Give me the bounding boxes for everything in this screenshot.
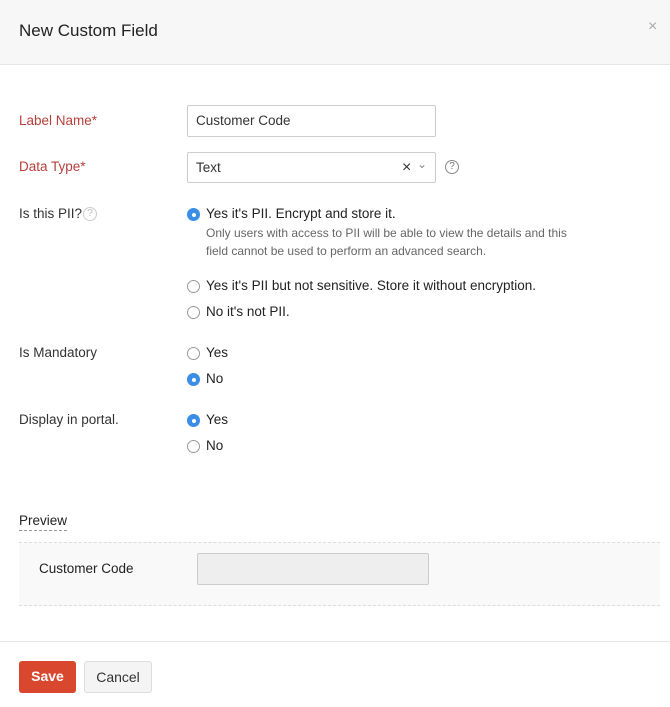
pii-label: Is this PII?	[19, 206, 82, 221]
pii-help-icon[interactable]: ?	[83, 207, 97, 221]
portal-option-yes[interactable]: Yes	[206, 412, 228, 427]
save-button[interactable]: Save	[19, 661, 76, 693]
footer-divider	[0, 641, 670, 642]
preview-field-input	[197, 553, 429, 585]
mandatory-radio-yes[interactable]	[187, 347, 200, 360]
portal-radio-no[interactable]	[187, 440, 200, 453]
label-name-label: Label Name*	[19, 113, 98, 128]
pii-description-line: field cannot be used to perform an advan…	[206, 244, 487, 258]
mandatory-option-yes[interactable]: Yes	[206, 345, 228, 360]
mandatory-option-no[interactable]: No	[206, 371, 223, 386]
cancel-button[interactable]: Cancel	[84, 661, 152, 693]
pii-option-not-pii[interactable]: No it's not PII.	[206, 304, 290, 319]
data-type-value: Text	[196, 160, 221, 175]
pii-option-unencrypted[interactable]: Yes it's PII but not sensitive. Store it…	[206, 278, 536, 293]
mandatory-label: Is Mandatory	[19, 345, 98, 360]
pii-radio-unencrypted[interactable]	[187, 280, 200, 293]
pii-label-text: Is this PII?	[19, 206, 83, 221]
close-icon[interactable]: ×	[648, 18, 657, 36]
chevron-down-icon[interactable]: ⌄	[417, 149, 427, 179]
pii-description: Only users with access to PII will be ab…	[206, 224, 567, 260]
pii-radio-not-pii[interactable]	[187, 306, 200, 319]
preview-box: Customer Code	[19, 542, 660, 606]
help-icon[interactable]: ?	[445, 160, 459, 174]
pii-description-line: Only users with access to PII will be ab…	[206, 226, 567, 240]
preview-heading: Preview	[19, 513, 68, 531]
data-type-select[interactable]: Text × ⌄	[187, 152, 436, 183]
clear-icon[interactable]: ×	[402, 153, 411, 183]
preview-field-label: Customer Code	[39, 561, 134, 576]
portal-option-no[interactable]: No	[206, 438, 223, 453]
pii-option-encrypt[interactable]: Yes it's PII. Encrypt and store it.	[206, 206, 396, 221]
data-type-label: Data Type*	[19, 159, 86, 174]
mandatory-radio-no[interactable]	[187, 373, 200, 386]
portal-radio-yes[interactable]	[187, 414, 200, 427]
pii-radio-encrypt[interactable]	[187, 208, 200, 221]
label-name-input[interactable]: Customer Code	[187, 105, 436, 137]
dialog-title: New Custom Field	[19, 21, 158, 40]
portal-label: Display in portal.	[19, 412, 119, 427]
